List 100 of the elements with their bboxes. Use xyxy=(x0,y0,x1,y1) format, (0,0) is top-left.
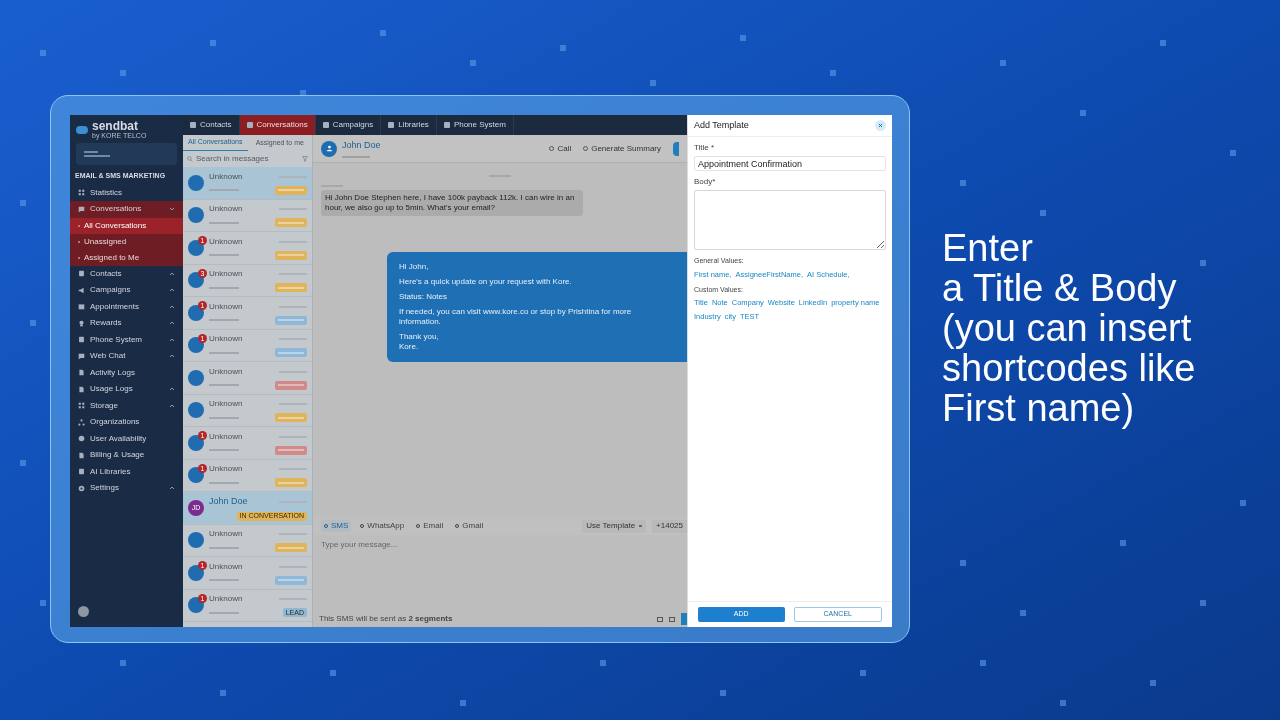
search-field[interactable]: Search in messages xyxy=(187,153,308,165)
chat-bubble-icon xyxy=(78,352,85,360)
megaphone-icon xyxy=(78,286,85,294)
sidebar-item[interactable]: Contacts xyxy=(70,265,183,282)
title-field[interactable]: Appointment Confirmation xyxy=(694,156,886,171)
avatar xyxy=(188,174,204,191)
avatar xyxy=(188,304,204,321)
sidebar-item[interactable]: Billing & Usage xyxy=(70,447,183,464)
contact-name: Unknown xyxy=(209,398,243,411)
avatar xyxy=(188,369,204,386)
message-line: Thank you, Kore. xyxy=(399,332,440,352)
conversation-item[interactable]: Unknown xyxy=(183,394,312,427)
avatar xyxy=(188,467,204,484)
panel-title: Add Template xyxy=(694,118,749,132)
conversation-item[interactable]: Unknown xyxy=(183,167,312,200)
caption-line: First name) xyxy=(942,388,1136,428)
avatar xyxy=(188,272,204,289)
contact-name: Unknown xyxy=(209,560,243,573)
contact-name: Unknown xyxy=(209,268,243,281)
card-icon xyxy=(78,270,85,278)
sidebar-item[interactable]: Statistics xyxy=(70,184,183,201)
from-number-dropdown[interactable]: +14025 xyxy=(652,519,687,533)
sidebar-item[interactable]: Appointments xyxy=(70,298,183,315)
contact-name: Unknown xyxy=(209,463,243,476)
chevron-icon[interactable] xyxy=(169,271,175,276)
avatar xyxy=(188,239,204,256)
avatar xyxy=(188,597,204,614)
avatar xyxy=(188,532,204,549)
chevron-icon[interactable] xyxy=(169,337,175,342)
sidebar-item[interactable]: AI Libraries xyxy=(70,463,183,480)
logo-icon xyxy=(76,125,88,134)
sidebar-item[interactable]: Activity Logs xyxy=(70,364,183,381)
sidebar-item[interactable]: Organizations xyxy=(70,414,183,431)
channel-tab[interactable]: SMS xyxy=(321,520,352,532)
avatar xyxy=(188,207,204,224)
sidebar-item[interactable]: Settings xyxy=(70,480,183,497)
logo-text: sendbat xyxy=(92,120,139,132)
caption-line: (you can insert xyxy=(942,308,1193,348)
body-field[interactable] xyxy=(694,190,886,250)
nav-tab[interactable]: Conversations xyxy=(239,115,316,135)
contact-name: Unknown xyxy=(209,203,243,216)
contact-name: Unknown xyxy=(209,430,243,443)
sidebar-item[interactable]: Storage xyxy=(70,397,183,414)
conversation-item[interactable]: Unknown xyxy=(183,524,312,557)
avatar xyxy=(188,402,204,419)
caption-line: shortcodes like xyxy=(942,348,1196,388)
channel-tab[interactable]: Email xyxy=(413,520,447,532)
contact-name: Unknown xyxy=(209,333,243,346)
sidebar-item[interactable]: Campaigns xyxy=(70,282,183,299)
conversation-item[interactable]: Unknown xyxy=(183,362,312,395)
user-circle-icon xyxy=(78,435,85,443)
sidebar-item[interactable]: Phone System xyxy=(70,331,183,348)
contact-name: Unknown xyxy=(209,528,243,541)
contact-name: Unknown xyxy=(209,365,243,378)
field-label: Title * xyxy=(694,142,716,154)
calendar-icon xyxy=(78,303,85,311)
chevron-icon[interactable] xyxy=(169,304,175,309)
sidebar-item[interactable]: User Availability xyxy=(70,430,183,447)
chevron-icon[interactable] xyxy=(169,321,175,326)
conversation-item[interactable]: Unknown xyxy=(183,199,312,232)
use-template-dropdown[interactable]: Use Template xyxy=(582,519,647,533)
settings-icon xyxy=(78,484,85,492)
close-icon[interactable] xyxy=(875,120,886,131)
chevron-icon[interactable] xyxy=(169,207,175,212)
contact-name: John Doe xyxy=(342,139,381,153)
incoming-message: Hi John Doe Stephen here, I have 100k payback 112k. I can wire in an hour, we also go up to 5min. What's your email? xyxy=(321,190,583,216)
message-line: Hi John, xyxy=(399,262,430,272)
chevron-icon[interactable] xyxy=(169,387,175,392)
chevron-icon[interactable] xyxy=(169,288,175,293)
message-line: If needed, you can visit www.kore.co or stop by Prishtina for more information. xyxy=(399,307,633,327)
channel-tab[interactable]: Gmail xyxy=(452,520,487,532)
avatar xyxy=(321,140,337,157)
segment-note: This SMS will be sent as 2 segments xyxy=(319,613,453,625)
caption-line: a Title & Body xyxy=(942,268,1178,308)
contact-name: Unknown xyxy=(209,170,243,183)
chevron-icon[interactable] xyxy=(169,354,175,359)
account-switcher[interactable] xyxy=(76,143,177,165)
sidebar-item[interactable]: Web Chat xyxy=(70,348,183,365)
chevron-icon[interactable] xyxy=(169,403,175,408)
message-line: Here's a quick update on your request with Kore. xyxy=(399,277,573,287)
generate-summary-button[interactable]: Generate Summary xyxy=(583,142,661,155)
contact-name: John Doe xyxy=(209,495,248,508)
chevron-icon[interactable] xyxy=(169,486,175,491)
channel-tab[interactable]: WhatsApp xyxy=(357,520,408,532)
contact-name: Unknown xyxy=(209,593,243,606)
grid-icon xyxy=(78,402,85,410)
contact-name: Unknown xyxy=(209,235,243,248)
avatar xyxy=(188,564,204,581)
sidebar-item[interactable]: Conversations xyxy=(70,201,183,218)
card-icon xyxy=(78,468,85,476)
caption-line: Enter xyxy=(942,228,1034,268)
grid-icon xyxy=(78,189,85,197)
chat-bubble-icon xyxy=(78,205,85,213)
nodes-icon xyxy=(78,418,85,426)
medal-icon xyxy=(78,319,85,327)
avatar xyxy=(78,606,89,617)
sidebar-item[interactable]: Usage Logs xyxy=(70,381,183,398)
call-button[interactable]: Call xyxy=(549,142,572,155)
message-line: Status: Notes xyxy=(399,292,449,302)
sidebar-item[interactable]: Rewards xyxy=(70,315,183,332)
